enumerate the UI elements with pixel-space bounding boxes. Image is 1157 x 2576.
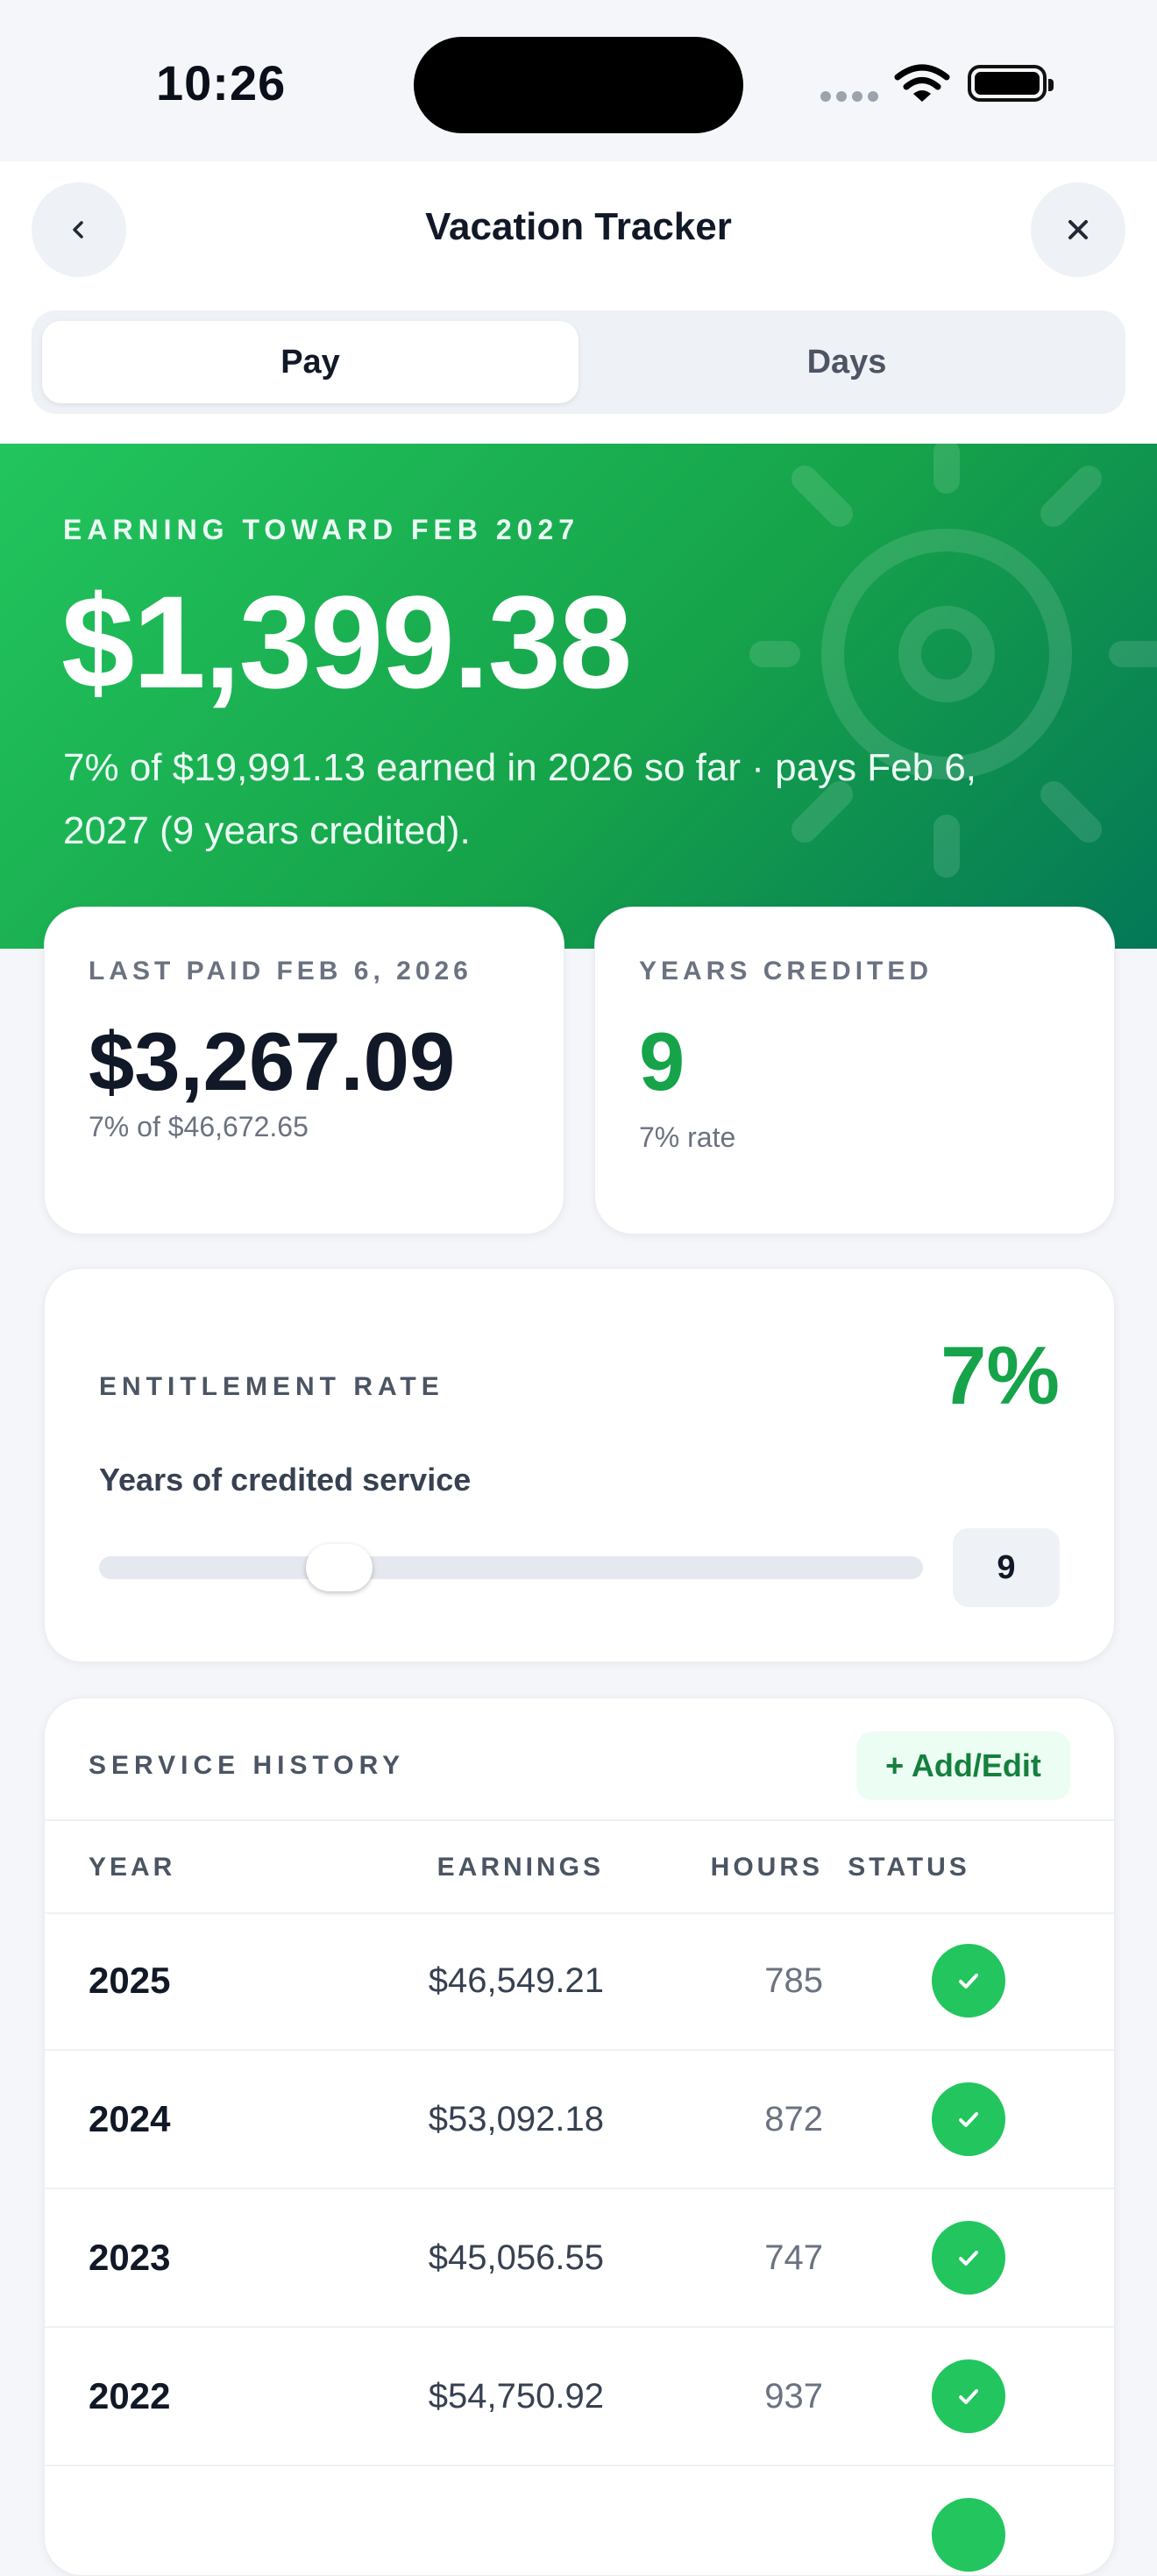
row-year: 2024 bbox=[89, 2098, 171, 2139]
hero-amount: $1,399.38 bbox=[61, 568, 632, 715]
column-header-earnings: EARNINGS bbox=[437, 1853, 604, 1882]
row-earnings: $46,549.21 bbox=[428, 1961, 604, 2000]
row-hours: 785 bbox=[764, 1961, 823, 2000]
entitlement-rate-value: 7% bbox=[941, 1329, 1060, 1421]
years-credited-value: 9 bbox=[639, 1015, 685, 1107]
last-paid-value: $3,267.09 bbox=[89, 1015, 456, 1107]
check-icon bbox=[932, 2498, 1005, 2572]
last-paid-sub: 7% of $46,672.65 bbox=[89, 1111, 309, 1142]
table-header: YEAR EARNINGS HOURS STATUS bbox=[45, 1819, 1114, 1914]
years-credited-card: YEARS CREDITED 9 7% rate bbox=[594, 907, 1115, 1235]
row-earnings: $53,092.18 bbox=[428, 2100, 604, 2138]
row-hours: 872 bbox=[764, 2100, 823, 2138]
row-earnings: $54,750.92 bbox=[428, 2377, 604, 2416]
table-row[interactable] bbox=[45, 2466, 1114, 2575]
wifi-icon bbox=[894, 64, 950, 102]
status-bar: 10:26 bbox=[0, 0, 1157, 161]
dynamic-island bbox=[414, 37, 743, 133]
sun-icon bbox=[749, 444, 1157, 878]
check-icon bbox=[932, 2082, 1005, 2156]
column-header-hours: HOURS bbox=[710, 1853, 823, 1882]
tab-pay[interactable]: Pay bbox=[42, 321, 578, 403]
check-icon bbox=[932, 2221, 1005, 2295]
credited-service-slider[interactable] bbox=[99, 1544, 923, 1591]
row-year: 2022 bbox=[89, 2375, 171, 2416]
earnings-hero: EARNING TOWARD FEB 2027 $1,399.38 7% of … bbox=[0, 444, 1157, 949]
close-button[interactable] bbox=[1031, 182, 1125, 277]
entitlement-rate-card: ENTITLEMENT RATE 7% Years of credited se… bbox=[44, 1268, 1115, 1662]
hero-label: EARNING TOWARD FEB 2027 bbox=[63, 514, 580, 545]
check-icon bbox=[932, 1944, 1005, 2017]
table-row[interactable]: 2024 $53,092.18 872 bbox=[45, 2051, 1114, 2189]
last-paid-card: LAST PAID FEB 6, 2026 $3,267.09 7% of $4… bbox=[44, 907, 564, 1235]
table-row[interactable]: 2022 $54,750.92 937 bbox=[45, 2328, 1114, 2466]
nav-bar: Vacation Tracker Pay Days bbox=[0, 161, 1157, 444]
column-header-year: YEAR bbox=[89, 1853, 176, 1882]
service-history-title: SERVICE HISTORY bbox=[89, 1751, 406, 1780]
column-header-status: STATUS bbox=[848, 1853, 970, 1882]
row-hours: 937 bbox=[764, 2377, 823, 2416]
service-history-card: SERVICE HISTORY + Add/Edit YEAR EARNINGS… bbox=[44, 1697, 1115, 2576]
add-edit-button[interactable]: + Add/Edit bbox=[856, 1732, 1070, 1800]
last-paid-label: LAST PAID FEB 6, 2026 bbox=[89, 957, 472, 986]
table-row[interactable]: 2025 $46,549.21 785 bbox=[45, 1912, 1114, 2051]
row-year: 2025 bbox=[89, 1960, 171, 2001]
page-title: Vacation Tracker bbox=[425, 205, 732, 248]
row-earnings: $45,056.55 bbox=[428, 2238, 604, 2277]
credited-service-value[interactable]: 9 bbox=[953, 1528, 1060, 1607]
table-row[interactable]: 2023 $45,056.55 747 bbox=[45, 2189, 1114, 2328]
years-credited-sub: 7% rate bbox=[639, 1121, 736, 1153]
slider-thumb[interactable] bbox=[306, 1544, 373, 1591]
cellular-signal-icon bbox=[820, 91, 878, 102]
hero-description: 7% of $19,991.13 earned in 2026 so far ·… bbox=[63, 746, 977, 852]
row-hours: 747 bbox=[764, 2238, 823, 2277]
row-year: 2023 bbox=[89, 2237, 171, 2278]
battery-icon bbox=[968, 65, 1054, 102]
pay-days-segmented-control: Pay Days bbox=[32, 310, 1125, 414]
credited-service-label: Years of credited service bbox=[99, 1462, 472, 1498]
entitlement-rate-label: ENTITLEMENT RATE bbox=[99, 1372, 444, 1401]
close-icon bbox=[1068, 220, 1088, 239]
tab-days[interactable]: Days bbox=[578, 321, 1115, 403]
years-credited-label: YEARS CREDITED bbox=[639, 957, 933, 986]
status-time: 10:26 bbox=[156, 55, 287, 110]
check-icon bbox=[932, 2359, 1005, 2433]
